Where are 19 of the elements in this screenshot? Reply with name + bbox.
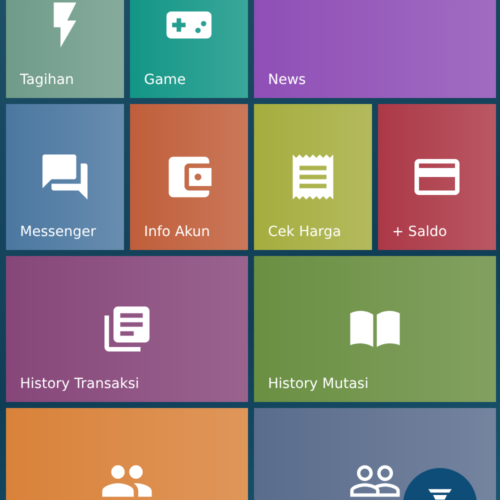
tile-label: History Transaksi: [20, 376, 140, 392]
tile-label: Tagihan: [20, 72, 74, 88]
tile-label: News: [268, 72, 306, 88]
tile-label: History Mutasi: [268, 376, 368, 392]
funnel-icon: [426, 488, 454, 500]
tile-label: Cek Harga: [268, 224, 342, 240]
tile-label: Messenger: [20, 224, 96, 240]
tile-label: Game: [144, 72, 186, 88]
menu-tile[interactable]: History Mutasi: [254, 256, 496, 402]
tile-label: Info Akun: [144, 224, 210, 240]
menu-tile[interactable]: Messenger: [6, 104, 124, 250]
menu-tile[interactable]: Info Akun: [130, 104, 248, 250]
menu-tile[interactable]: Tagihan: [6, 0, 124, 98]
menu-tile[interactable]: Cek Harga: [254, 104, 372, 250]
tile-label: + Saldo: [392, 224, 447, 240]
menu-tile[interactable]: News: [254, 0, 496, 98]
menu-tile[interactable]: Game: [130, 0, 248, 98]
menu-tile[interactable]: History Transaksi: [6, 256, 248, 402]
menu-tile[interactable]: + Saldo: [378, 104, 496, 250]
